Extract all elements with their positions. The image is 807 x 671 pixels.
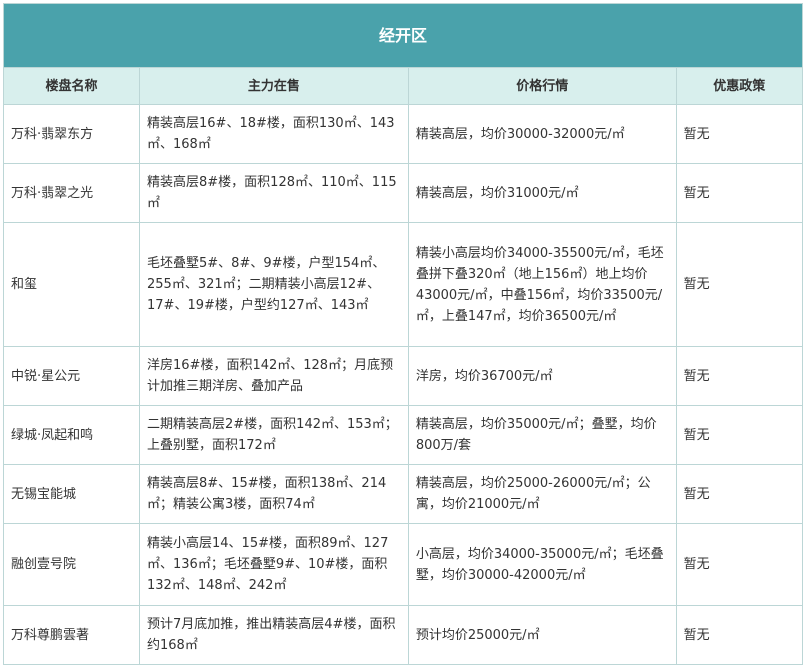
- price-info: 洋房，均价36700元/㎡: [407, 346, 677, 406]
- column-header: 价格行情: [407, 67, 677, 105]
- discount-policy: 暂无: [675, 405, 804, 465]
- discount-policy: 暂无: [675, 163, 804, 223]
- project-name: 万科·翡翠之光: [2, 163, 141, 223]
- column-header: 楼盘名称: [2, 67, 141, 105]
- main-sale: 精装高层8#楼，面积128㎡、110㎡、115㎡: [139, 163, 409, 223]
- table-row: 中锐·星公元 洋房16#楼，面积142㎡、128㎡；月底预计加推三期洋房、叠加产…: [2, 346, 804, 406]
- discount-policy: 暂无: [675, 104, 804, 164]
- table-row: 万科·翡翠东方 精装高层16#、18#楼，面积130㎡、143㎡、168㎡ 精装…: [2, 104, 804, 164]
- main-sale: 预计7月底加推，推出精装高层4#楼，面积约168㎡: [139, 605, 409, 665]
- main-sale: 精装高层16#、18#楼，面积130㎡、143㎡、168㎡: [139, 104, 409, 164]
- main-sale: 二期精装高层2#楼，面积142㎡、153㎡；上叠别墅，面积172㎡: [139, 405, 409, 465]
- main-sale: 毛坯叠墅5#、8#、9#楼，户型154㎡、255㎡、321㎡；二期精装小高层12…: [139, 222, 409, 347]
- price-info: 精装高层，均价31000元/㎡: [407, 163, 677, 223]
- table-row: 和玺 毛坯叠墅5#、8#、9#楼，户型154㎡、255㎡、321㎡；二期精装小高…: [2, 222, 804, 347]
- price-info: 精装高层，均价30000-32000元/㎡: [407, 104, 677, 164]
- table-row: 无锡宝能城 精装高层8#、15#楼，面积138㎡、214㎡；精装公寓3楼，面积7…: [2, 464, 804, 524]
- project-name: 无锡宝能城: [2, 464, 141, 524]
- discount-policy: 暂无: [675, 222, 804, 347]
- table-row: 融创壹号院 精装小高层14、15#楼，面积89㎡、127㎡、136㎡；毛坯叠墅9…: [2, 523, 804, 606]
- project-name: 融创壹号院: [2, 523, 141, 606]
- table-row: 万科·翡翠之光 精装高层8#楼，面积128㎡、110㎡、115㎡ 精装高层，均价…: [2, 163, 804, 223]
- discount-policy: 暂无: [675, 346, 804, 406]
- column-header: 主力在售: [139, 67, 409, 105]
- price-info: 预计均价25000元/㎡: [407, 605, 677, 665]
- project-name: 万科尊鹏雲著: [2, 605, 141, 665]
- main-sale: 洋房16#楼，面积142㎡、128㎡；月底预计加推三期洋房、叠加产品: [139, 346, 409, 406]
- project-name: 绿城·凤起和鸣: [2, 405, 141, 465]
- table-row: 绿城·凤起和鸣 二期精装高层2#楼，面积142㎡、153㎡；上叠别墅，面积172…: [2, 405, 804, 465]
- discount-policy: 暂无: [675, 464, 804, 524]
- project-name: 中锐·星公元: [2, 346, 141, 406]
- price-table-container: 经开区 楼盘名称 主力在售 价格行情 优惠政策 万科·翡翠东方 精装高层16#、…: [2, 3, 804, 665]
- price-info: 小高层，均价34000-35000元/㎡；毛坯叠墅，均价30000-42000元…: [407, 523, 677, 606]
- main-sale: 精装小高层14、15#楼，面积89㎡、127㎡、136㎡；毛坯叠墅9#、10#楼…: [139, 523, 409, 606]
- discount-policy: 暂无: [675, 523, 804, 606]
- price-info: 精装高层，均价25000-26000元/㎡；公寓，均价21000元/㎡: [407, 464, 677, 524]
- project-name: 和玺: [2, 222, 141, 347]
- region-title: 经开区: [3, 3, 803, 68]
- discount-policy: 暂无: [675, 605, 804, 665]
- column-header: 优惠政策: [675, 67, 804, 105]
- project-name: 万科·翡翠东方: [2, 104, 141, 164]
- table-row: 万科尊鹏雲著 预计7月底加推，推出精装高层4#楼，面积约168㎡ 预计均价250…: [2, 605, 804, 665]
- header-row: 楼盘名称 主力在售 价格行情 优惠政策: [2, 67, 804, 105]
- main-sale: 精装高层8#、15#楼，面积138㎡、214㎡；精装公寓3楼，面积74㎡: [139, 464, 409, 524]
- title-row: 经开区: [3, 3, 803, 68]
- price-info: 精装小高层均价34000-35500元/㎡，毛坯叠拼下叠320㎡（地上156㎡）…: [407, 222, 677, 347]
- price-table: 经开区 楼盘名称 主力在售 价格行情 优惠政策 万科·翡翠东方 精装高层16#、…: [2, 3, 804, 665]
- price-info: 精装高层，均价35000元/㎡；叠墅，均价800万/套: [407, 405, 677, 465]
